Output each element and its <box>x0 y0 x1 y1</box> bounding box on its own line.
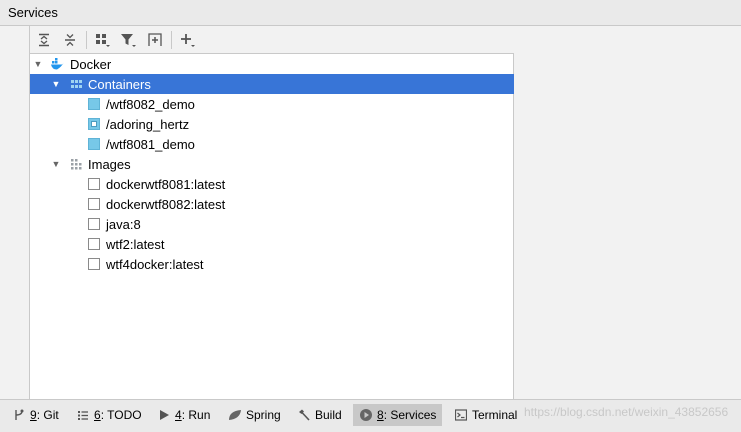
image-icon <box>88 238 100 250</box>
expand-arrow-icon[interactable]: ▼ <box>51 159 61 169</box>
collapse-all-icon <box>65 34 75 46</box>
group-by-button[interactable] <box>93 30 113 50</box>
tool-tab-label: : Git <box>36 408 59 422</box>
tool-tab-number: 6 <box>94 408 101 422</box>
tree-node-label: Images <box>88 156 131 172</box>
spring-icon <box>228 408 242 422</box>
images-icon <box>71 159 82 170</box>
image-icon <box>88 198 100 210</box>
expand-all-icon <box>39 33 49 47</box>
tool-tab-number: 4 <box>175 408 182 422</box>
tree-node-label: /wtf8081_demo <box>106 136 195 152</box>
tree-node-label: /adoring_hertz <box>106 116 190 132</box>
watermark-text: https://blog.csdn.net/weixin_43852656 <box>524 405 729 419</box>
services-toolbar <box>30 26 514 54</box>
group-by-icon <box>96 34 110 47</box>
add-service-button[interactable] <box>178 30 198 50</box>
image-icon <box>88 218 100 230</box>
new-tab-button[interactable] <box>145 30 165 50</box>
tool-tab-run[interactable]: 4 : Run <box>151 404 216 426</box>
tree-node-label: java:8 <box>106 216 141 232</box>
tool-tab-label: Terminal <box>472 408 518 422</box>
tree-node-label: wtf2:latest <box>106 236 165 252</box>
tool-tab-build[interactable]: Build <box>291 404 348 426</box>
left-gutter <box>0 26 30 399</box>
run-icon <box>157 408 171 422</box>
tool-tab-number: 8 <box>377 408 384 422</box>
terminal-icon <box>454 408 468 422</box>
tree-node-image[interactable]: dockerwtf8081:latest <box>30 174 514 194</box>
tree-node-label: wtf4docker:latest <box>106 256 204 272</box>
services-panel: ▼ Docker ▼ Containers /wtf8082_demo /ado… <box>30 26 514 399</box>
tool-tab-label: : Services <box>383 408 437 422</box>
todo-icon <box>76 408 90 422</box>
tree-node-label: dockerwtf8082:latest <box>106 196 226 212</box>
tree-node-image[interactable]: java:8 <box>30 214 514 234</box>
tree-node-label: Docker <box>70 56 112 72</box>
containers-icon <box>71 80 82 88</box>
image-icon <box>88 258 100 270</box>
tool-tab-label: Build <box>315 408 342 422</box>
tool-tab-number: 9 <box>30 408 37 422</box>
tree-node-containers[interactable]: ▼ Containers <box>30 74 514 94</box>
container-running-icon <box>88 138 100 150</box>
tool-tab-spring[interactable]: Spring <box>222 404 287 426</box>
tree-node-container[interactable]: /wtf8082_demo <box>30 94 514 114</box>
new-tab-icon <box>148 33 162 46</box>
tree-node-images[interactable]: ▼ Images <box>30 154 514 174</box>
tree-node-container[interactable]: /adoring_hertz <box>30 114 514 134</box>
tree-node-image[interactable]: wtf4docker:latest <box>30 254 514 274</box>
filter-icon <box>121 34 136 47</box>
build-icon <box>297 408 311 422</box>
tool-tab-git[interactable]: 9 : Git <box>6 404 65 426</box>
tool-tab-label: : TODO <box>100 408 142 422</box>
expand-all-button[interactable] <box>34 30 54 50</box>
tool-tab-services[interactable]: 8 : Services <box>353 404 443 426</box>
tool-tab-terminal[interactable]: Terminal <box>448 404 523 426</box>
tree-node-container[interactable]: /wtf8081_demo <box>30 134 514 154</box>
toolbar-separator <box>86 31 87 49</box>
tree-node-image[interactable]: dockerwtf8082:latest <box>30 194 514 214</box>
docker-icon <box>51 58 64 70</box>
image-icon <box>88 178 100 190</box>
title-bar: Services <box>0 0 741 26</box>
collapse-all-button[interactable] <box>60 30 80 50</box>
git-icon <box>12 408 26 422</box>
tree-node-image[interactable]: wtf2:latest <box>30 234 514 254</box>
tool-tab-todo[interactable]: 6 : TODO <box>70 404 148 426</box>
toolbar-separator <box>171 31 172 49</box>
container-paused-icon <box>88 118 100 130</box>
tree-node-label: Containers <box>88 76 151 92</box>
expand-arrow-icon[interactable]: ▼ <box>51 79 61 89</box>
services-icon <box>359 408 373 422</box>
container-running-icon <box>88 98 100 110</box>
filter-button[interactable] <box>119 30 139 50</box>
tool-tab-label: : Run <box>181 408 211 422</box>
window-title: Services <box>8 5 58 20</box>
tree-node-label: /wtf8082_demo <box>106 96 195 112</box>
add-icon <box>181 34 195 47</box>
details-pane <box>514 26 741 399</box>
tree-node-docker[interactable]: ▼ Docker <box>30 54 514 74</box>
expand-arrow-icon[interactable]: ▼ <box>33 59 43 69</box>
tree-node-label: dockerwtf8081:latest <box>106 176 226 192</box>
tool-tab-label: Spring <box>246 408 281 422</box>
